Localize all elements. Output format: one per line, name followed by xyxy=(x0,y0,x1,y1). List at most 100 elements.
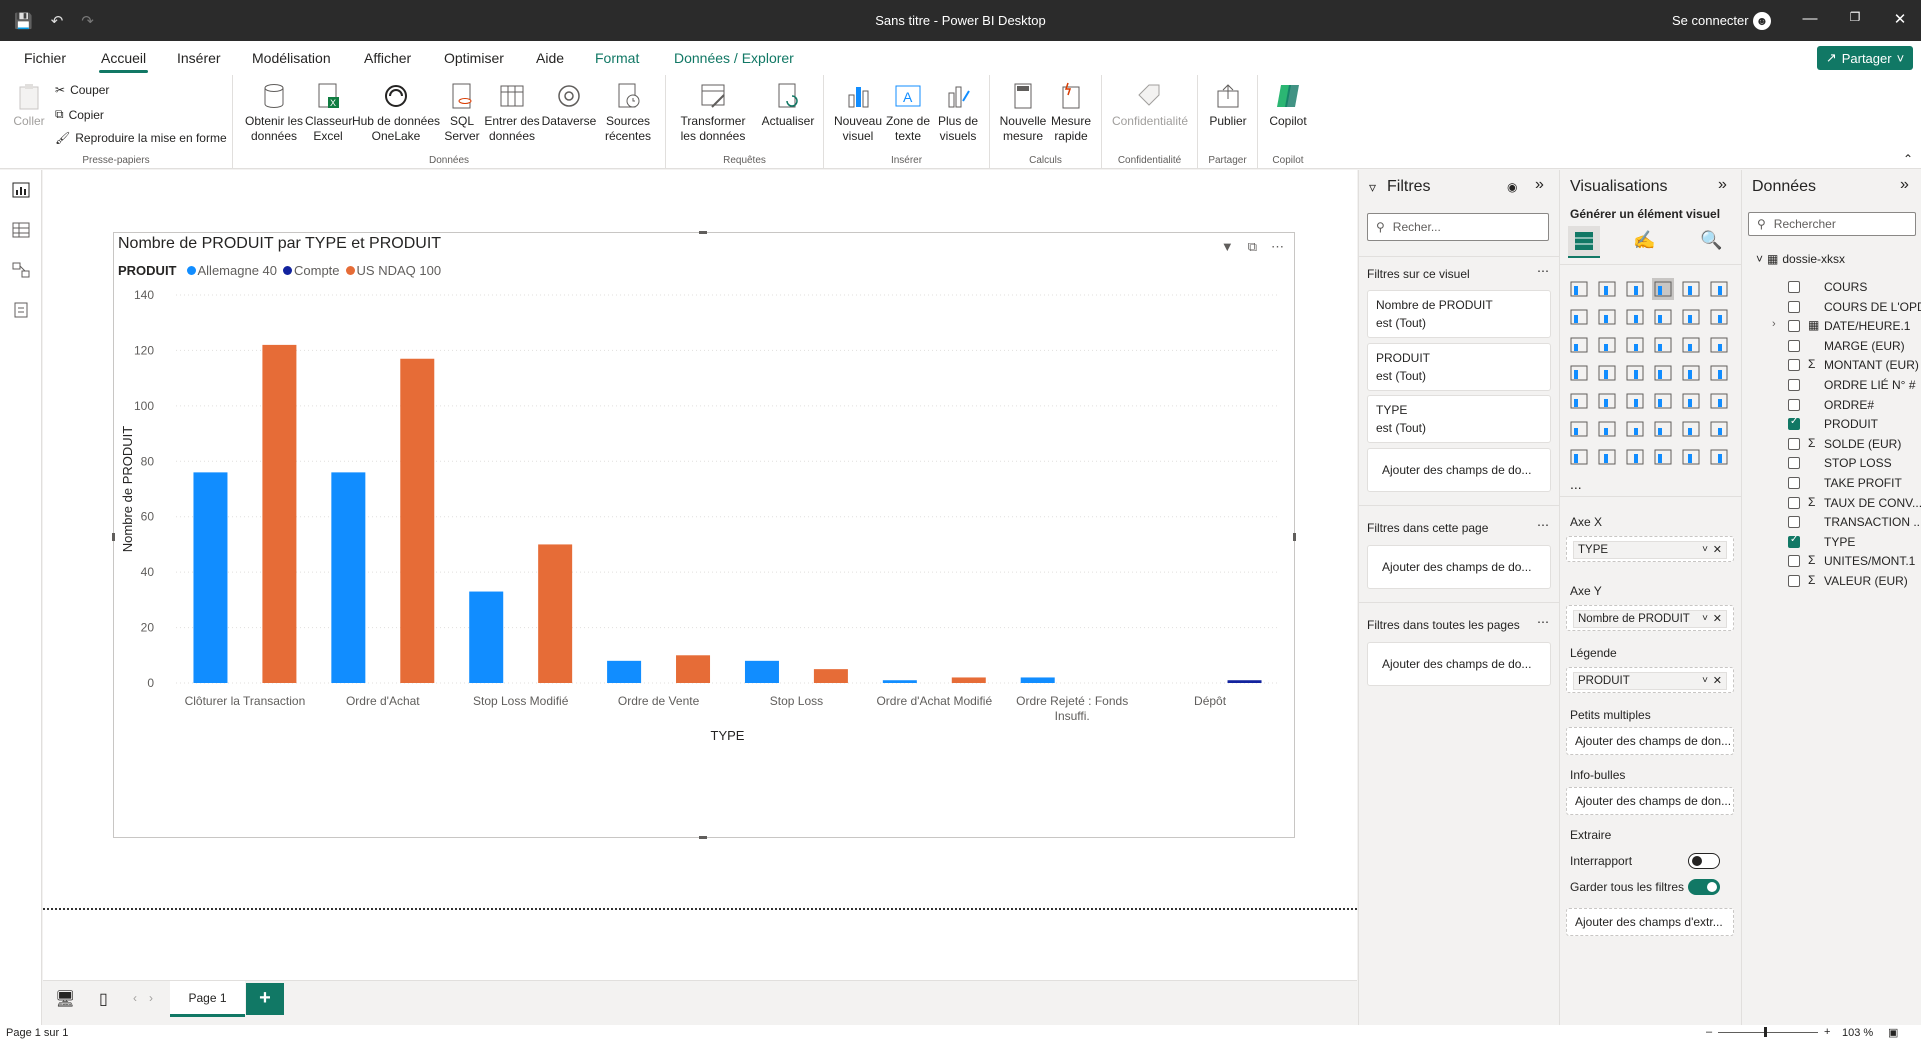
tooltips-well[interactable]: Ajouter des champs de don... xyxy=(1566,787,1734,815)
field-checkbox[interactable] xyxy=(1788,359,1800,372)
area-icon[interactable] xyxy=(1598,309,1616,325)
filter-card-type[interactable]: TYPE est (Tout) xyxy=(1367,395,1551,443)
report-view-icon[interactable] xyxy=(12,182,30,198)
filter-icon[interactable]: ▼ xyxy=(1221,239,1234,255)
tab-inserer[interactable]: Insérer xyxy=(177,50,221,66)
bar-us-ndaq-100-1[interactable] xyxy=(400,358,435,683)
field-checkbox[interactable] xyxy=(1788,398,1800,411)
clustered-column-chart[interactable]: 0 20 40 60 80 100 120 140 Clôturer la Transactio… xyxy=(112,231,1296,839)
chevron-down-icon[interactable]: ˅ xyxy=(1702,542,1708,558)
remove-icon[interactable]: ✕ xyxy=(1713,673,1722,689)
field-checkbox[interactable] xyxy=(1788,437,1800,450)
bar-allemagne-40-6[interactable] xyxy=(1020,677,1055,683)
more-options-icon[interactable]: ⋯ xyxy=(1537,615,1549,629)
gauge-icon[interactable] xyxy=(1682,365,1700,381)
shape-map-icon[interactable] xyxy=(1654,449,1672,465)
keep-filters-toggle[interactable] xyxy=(1688,879,1720,895)
sign-in-link[interactable]: Se connecter xyxy=(1672,13,1749,28)
field-checkbox[interactable] xyxy=(1788,457,1800,470)
stacked-bar-100-icon[interactable] xyxy=(1682,281,1700,297)
bar-us-ndaq-100-0[interactable] xyxy=(262,344,297,683)
copilot-button[interactable]: Copilot xyxy=(1266,81,1310,129)
diamond-icon[interactable] xyxy=(1682,449,1700,465)
field-valeur-eur[interactable]: Σ VALEUR (EUR) xyxy=(1742,570,1921,594)
stacked-area-icon[interactable] xyxy=(1626,309,1644,325)
cut-button[interactable]: ✂ Couper xyxy=(55,83,109,97)
field-checkbox[interactable] xyxy=(1788,534,1800,548)
decomposition-icon[interactable] xyxy=(1626,421,1644,437)
fit-page-icon[interactable]: ▣ xyxy=(1888,1026,1898,1039)
dax-query-icon[interactable] xyxy=(12,302,30,318)
paginated-icon[interactable] xyxy=(1710,421,1728,437)
ribbon-icon[interactable] xyxy=(1654,309,1672,325)
tab-aide[interactable]: Aide xyxy=(536,50,564,66)
resize-handle-bottom[interactable] xyxy=(699,836,707,839)
resize-handle-top[interactable] xyxy=(699,231,707,234)
treemap-icon[interactable] xyxy=(1570,365,1588,381)
power-apps-icon[interactable] xyxy=(1570,449,1588,465)
copy-button[interactable]: ⧉ Copier xyxy=(55,107,104,122)
transform-data-button[interactable]: Transformer les données xyxy=(674,81,752,144)
tab-optimiser[interactable]: Optimiser xyxy=(444,50,504,66)
chevron-down-icon[interactable]: ˅ xyxy=(1702,611,1708,627)
field-checkbox[interactable] xyxy=(1788,555,1800,568)
zoom-thumb[interactable] xyxy=(1764,1027,1767,1037)
zoom-in-icon[interactable]: + xyxy=(1824,1026,1830,1038)
format-painter-button[interactable]: 🖌 Reproduire la mise en forme xyxy=(55,131,227,145)
cross-report-toggle[interactable] xyxy=(1688,853,1720,869)
bar-us-ndaq-100-5[interactable] xyxy=(951,677,986,683)
new-visual-button[interactable]: Nouveau visuel xyxy=(832,81,884,144)
sql-server-button[interactable]: SQL Server xyxy=(442,81,482,144)
add-page-filter-field[interactable]: Ajouter des champs de do... xyxy=(1367,545,1551,589)
share-button[interactable]: ↗ Partager ˅ xyxy=(1817,46,1913,70)
table-icon[interactable] xyxy=(1654,393,1672,409)
close-icon[interactable]: ✕ xyxy=(1885,10,1915,28)
key-influencers-icon[interactable] xyxy=(1598,421,1616,437)
visual-types-grid[interactable] xyxy=(1568,278,1736,478)
restore-icon[interactable]: ❐ xyxy=(1840,10,1870,24)
chevron-right-icon[interactable]: › xyxy=(1772,318,1776,330)
field-checkbox[interactable] xyxy=(1788,575,1800,587)
slicer-icon[interactable] xyxy=(1626,393,1644,409)
waterfall-icon[interactable] xyxy=(1682,309,1700,325)
tab-accueil[interactable]: Accueil xyxy=(98,50,149,73)
table-node[interactable]: ˅ ▦ dossie-xksx xyxy=(1756,252,1845,266)
paste-button[interactable]: Coller xyxy=(12,81,46,129)
format-visual-tab[interactable]: ✍ xyxy=(1633,230,1655,251)
more-visuals-ellipsis[interactable]: ... xyxy=(1570,476,1582,492)
add-visual-filter-field[interactable]: Ajouter des champs de do... xyxy=(1367,448,1551,492)
textbox-button[interactable]: A Zone de texte xyxy=(884,81,932,144)
line-column-icon[interactable] xyxy=(1570,337,1588,353)
card-icon[interactable] xyxy=(1710,365,1728,381)
chevron-down-icon[interactable]: ˅ xyxy=(1702,673,1708,689)
kpi-icon[interactable] xyxy=(1598,393,1616,409)
recent-sources-button[interactable]: Sources récentes xyxy=(597,81,659,144)
resize-handle-left[interactable] xyxy=(112,533,115,541)
sensitivity-button[interactable]: Confidentialité xyxy=(1110,81,1190,129)
remove-icon[interactable]: ✕ xyxy=(1713,542,1722,558)
bar-allemagne-40-0[interactable] xyxy=(193,472,228,683)
field-checkbox[interactable] xyxy=(1788,281,1800,293)
funnel-icon[interactable] xyxy=(1710,309,1728,325)
axis-x-well[interactable]: TYPE ˅ ✕ xyxy=(1566,536,1734,562)
bar-allemagne-40-4[interactable] xyxy=(744,660,779,683)
more-visuals-button[interactable]: Plus de visuels xyxy=(932,81,984,144)
stacked-column-icon[interactable] xyxy=(1598,281,1616,297)
minimize-icon[interactable]: — xyxy=(1795,10,1825,27)
field-checkbox[interactable] xyxy=(1788,379,1800,391)
page-tab-page-1[interactable]: Page 1 xyxy=(170,981,245,1017)
bar-allemagne-40-5[interactable] xyxy=(882,680,917,683)
bar-us-ndaq-100-2[interactable] xyxy=(538,544,573,683)
field-checkbox[interactable] xyxy=(1788,496,1800,509)
next-page-icon[interactable]: › xyxy=(149,991,153,1005)
desktop-layout-icon[interactable]: 🖥 xyxy=(55,989,75,1009)
zoom-slider[interactable] xyxy=(1718,1032,1818,1033)
field-checkbox[interactable] xyxy=(1788,416,1800,431)
enter-data-button[interactable]: Entrer des données xyxy=(483,81,541,144)
drillthrough-well[interactable]: Ajouter des champs d'extr... xyxy=(1566,908,1734,936)
tab-format[interactable]: Format xyxy=(595,50,639,66)
bar-allemagne-40-1[interactable] xyxy=(331,472,366,683)
add-page-button[interactable]: + xyxy=(246,983,284,1015)
qa-icon[interactable] xyxy=(1654,421,1672,437)
collapse-ribbon-icon[interactable]: ⌃ xyxy=(1903,152,1913,166)
